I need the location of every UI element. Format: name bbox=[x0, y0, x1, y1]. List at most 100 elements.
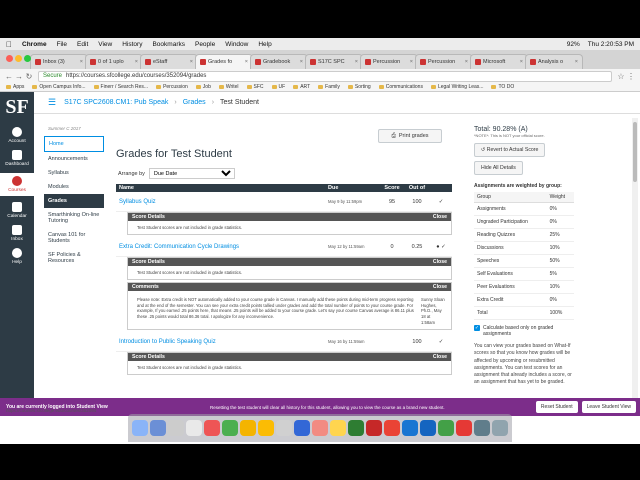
dock-app-icon[interactable] bbox=[420, 420, 436, 436]
tab-close-icon[interactable]: × bbox=[465, 59, 468, 65]
tab-close-icon[interactable]: × bbox=[190, 59, 193, 65]
dock-app-icon[interactable] bbox=[222, 420, 238, 436]
course-nav-item[interactable]: Modules bbox=[44, 180, 104, 194]
global-nav-calendar[interactable]: Calendar bbox=[0, 202, 34, 219]
menu-help[interactable]: Help bbox=[258, 41, 271, 48]
scrollbar-thumb[interactable] bbox=[633, 122, 637, 182]
close-link[interactable]: Close bbox=[433, 284, 447, 290]
bookmark-item[interactable]: Sorting bbox=[347, 84, 371, 90]
close-link[interactable]: Close bbox=[433, 354, 447, 360]
global-nav-account[interactable]: Account bbox=[0, 127, 34, 144]
global-nav-dashboard[interactable]: Dashboard bbox=[0, 150, 34, 167]
dock-app-icon[interactable] bbox=[402, 420, 418, 436]
calculate-checkbox[interactable]: ✓ Calculate based only on graded assignm… bbox=[474, 325, 574, 337]
course-nav-item[interactable]: Canvas 101 for Students bbox=[44, 228, 104, 248]
bookmark-item[interactable]: Apps bbox=[6, 84, 24, 90]
dock-app-icon[interactable] bbox=[276, 420, 292, 436]
menu-edit[interactable]: Edit bbox=[77, 41, 88, 48]
leave-student-view-button[interactable]: Leave Student View bbox=[581, 401, 636, 413]
tab-5[interactable]: S17C SPC × bbox=[305, 54, 363, 69]
bookmark-item[interactable]: Percussion bbox=[156, 84, 188, 90]
zoom-window-icon[interactable] bbox=[24, 55, 31, 62]
assignment-link[interactable]: Introduction to Public Speaking Quiz bbox=[116, 339, 328, 345]
bookmark-item[interactable]: TO DO bbox=[491, 84, 514, 90]
course-nav-item[interactable]: Home bbox=[44, 136, 104, 152]
details-icon[interactable]: ✓ bbox=[430, 339, 452, 345]
menu-window[interactable]: Window bbox=[225, 41, 248, 48]
tab-close-icon[interactable]: × bbox=[300, 59, 303, 65]
checkbox-checked-icon[interactable]: ✓ bbox=[474, 325, 480, 331]
dock-app-icon[interactable] bbox=[492, 420, 508, 436]
dock-app-icon[interactable] bbox=[168, 420, 184, 436]
dock-app-icon[interactable] bbox=[438, 420, 454, 436]
arrange-select[interactable]: Due Date bbox=[148, 168, 235, 179]
dock-app-icon[interactable] bbox=[312, 420, 328, 436]
tab-close-icon[interactable]: × bbox=[135, 59, 138, 65]
global-nav-inbox[interactable]: Inbox bbox=[0, 225, 34, 242]
dock-app-icon[interactable] bbox=[348, 420, 364, 436]
bookmark-item[interactable]: Communications bbox=[378, 84, 423, 90]
tab-4[interactable]: Gradebook × bbox=[250, 54, 308, 69]
back-icon[interactable]: ← bbox=[4, 72, 14, 81]
dock-app-icon[interactable] bbox=[132, 420, 148, 436]
tab-close-icon[interactable]: × bbox=[575, 59, 578, 65]
tab-0[interactable]: Inbox (3) × bbox=[30, 54, 88, 69]
tab-9[interactable]: Analysis o × bbox=[525, 54, 583, 69]
dock-app-icon[interactable] bbox=[240, 420, 256, 436]
revert-button[interactable]: ↺ Revert to Actual Score bbox=[474, 143, 546, 157]
col-score[interactable]: Score bbox=[380, 185, 404, 191]
bookmark-item[interactable]: UF bbox=[271, 84, 285, 90]
breadcrumb-grades[interactable]: Grades bbox=[183, 99, 206, 106]
tab-6[interactable]: Percussion × bbox=[360, 54, 418, 69]
global-nav-courses[interactable]: Courses bbox=[0, 173, 34, 196]
dock-app-icon[interactable] bbox=[456, 420, 472, 436]
tab-close-icon[interactable]: × bbox=[520, 59, 523, 65]
global-nav-help[interactable]: Help bbox=[0, 248, 34, 265]
tab-1[interactable]: 0 of 1 uplo × bbox=[85, 54, 143, 69]
dock-app-icon[interactable] bbox=[294, 420, 310, 436]
dock-app-icon[interactable] bbox=[366, 420, 382, 436]
apple-icon[interactable]:  bbox=[6, 40, 14, 49]
minimize-window-icon[interactable] bbox=[15, 55, 22, 62]
menu-history[interactable]: History bbox=[122, 41, 142, 48]
menu-people[interactable]: People bbox=[195, 41, 215, 48]
col-out-of[interactable]: Out of bbox=[404, 185, 430, 191]
bookmark-item[interactable]: Finerr / Search Res... bbox=[93, 84, 148, 90]
close-link[interactable]: Close bbox=[433, 214, 447, 220]
col-name[interactable]: Name bbox=[116, 185, 328, 191]
details-icon[interactable]: ✓ bbox=[430, 199, 452, 205]
assignment-link[interactable]: Syllabus Quiz bbox=[116, 199, 328, 205]
course-nav-item[interactable]: Smarthinking On-line Tutoring bbox=[44, 208, 104, 228]
tab-close-icon[interactable]: × bbox=[355, 59, 358, 65]
close-window-icon[interactable] bbox=[6, 55, 13, 62]
bookmark-item[interactable]: Open Campus Info... bbox=[32, 84, 86, 90]
menu-app[interactable]: Chrome bbox=[22, 41, 47, 48]
score-value[interactable]: 95 bbox=[380, 199, 404, 205]
course-nav-item[interactable]: Grades bbox=[44, 194, 104, 208]
tab-close-icon[interactable]: × bbox=[80, 59, 83, 65]
bookmark-item[interactable]: Writel bbox=[218, 84, 239, 90]
dock-app-icon[interactable] bbox=[384, 420, 400, 436]
tab-close-icon[interactable]: × bbox=[245, 59, 248, 65]
col-due[interactable]: Due bbox=[328, 185, 380, 191]
close-link[interactable]: Close bbox=[433, 259, 447, 265]
menu-view[interactable]: View bbox=[98, 41, 112, 48]
dock-app-icon[interactable] bbox=[474, 420, 490, 436]
comment-icon[interactable]: ● ✓ bbox=[430, 244, 452, 250]
bookmark-item[interactable]: ART bbox=[293, 84, 310, 90]
reload-icon[interactable]: ↻ bbox=[24, 72, 34, 81]
page-scrollbar[interactable] bbox=[632, 118, 638, 398]
bookmark-item[interactable]: Family bbox=[318, 84, 340, 90]
dock-app-icon[interactable] bbox=[258, 420, 274, 436]
tab-7[interactable]: Percussion × bbox=[415, 54, 473, 69]
hide-details-button[interactable]: Hide All Details bbox=[474, 161, 523, 175]
url-input[interactable]: Secure https://courses.sfcollege.edu/cou… bbox=[38, 70, 612, 82]
menu-file[interactable]: File bbox=[57, 41, 67, 48]
menu-dots-icon[interactable]: ⋮ bbox=[626, 72, 636, 81]
sf-logo[interactable]: SF bbox=[4, 96, 30, 119]
reset-student-button[interactable]: Reset Student bbox=[535, 401, 578, 413]
course-nav-item[interactable]: Syllabus bbox=[44, 166, 104, 180]
bookmark-item[interactable]: Job bbox=[195, 84, 211, 90]
forward-icon[interactable]: → bbox=[14, 72, 24, 81]
tab-3[interactable]: Grades fo × bbox=[195, 54, 253, 69]
